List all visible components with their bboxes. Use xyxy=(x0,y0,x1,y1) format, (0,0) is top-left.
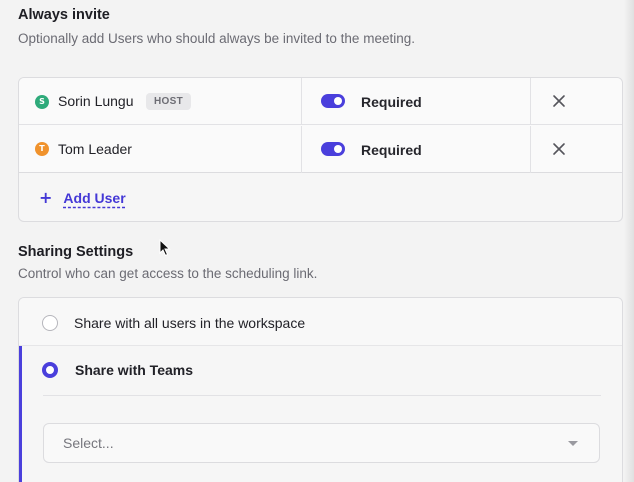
share-option-label: Share with Teams xyxy=(75,362,194,378)
column-divider xyxy=(301,78,302,124)
share-option-teams[interactable]: Share with Teams Select... xyxy=(19,346,622,482)
required-toggle[interactable] xyxy=(321,94,345,108)
invitee-row: T Tom Leader Required xyxy=(19,126,622,173)
plus-icon: + xyxy=(39,188,53,207)
avatar: S xyxy=(35,95,49,109)
share-option-workspace[interactable]: Share with all users in the workspace xyxy=(19,298,622,346)
radio-workspace[interactable] xyxy=(42,315,58,331)
invitee-name: Tom Leader xyxy=(58,141,132,157)
required-toggle[interactable] xyxy=(321,142,345,156)
mouse-cursor-icon xyxy=(159,239,171,257)
add-user-label: Add User xyxy=(63,190,126,206)
required-label: Required xyxy=(361,94,422,110)
radio-teams[interactable] xyxy=(42,362,58,378)
host-badge: HOST xyxy=(146,93,191,110)
teams-select[interactable]: Select... xyxy=(43,423,600,463)
sharing-settings-description: Control who can get access to the schedu… xyxy=(18,266,318,281)
always-invite-description: Optionally add Users who should always b… xyxy=(18,31,415,46)
chevron-down-icon xyxy=(568,441,578,446)
invitee-name: Sorin Lungu xyxy=(58,93,134,109)
column-divider xyxy=(530,78,531,124)
column-divider xyxy=(301,126,302,173)
close-icon[interactable] xyxy=(552,142,566,156)
add-user-button[interactable]: + Add User xyxy=(39,188,126,208)
select-placeholder: Select... xyxy=(63,435,114,451)
sharing-settings-title: Sharing Settings xyxy=(18,244,134,260)
divider xyxy=(43,395,601,396)
column-divider xyxy=(530,126,531,173)
window-edge-shadow xyxy=(624,0,634,482)
invitee-table: S Sorin Lungu HOST Required T Tom Leader… xyxy=(19,78,622,173)
share-option-label: Share with all users in the workspace xyxy=(74,315,306,331)
required-label: Required xyxy=(361,142,422,158)
always-invite-card: S Sorin Lungu HOST Required T Tom Leader… xyxy=(18,77,623,222)
invitee-row: S Sorin Lungu HOST Required xyxy=(19,78,622,125)
sharing-options-card: Share with all users in the workspace Sh… xyxy=(18,297,623,482)
avatar: T xyxy=(35,142,49,156)
always-invite-title: Always invite xyxy=(18,7,110,23)
close-icon[interactable] xyxy=(552,94,566,108)
